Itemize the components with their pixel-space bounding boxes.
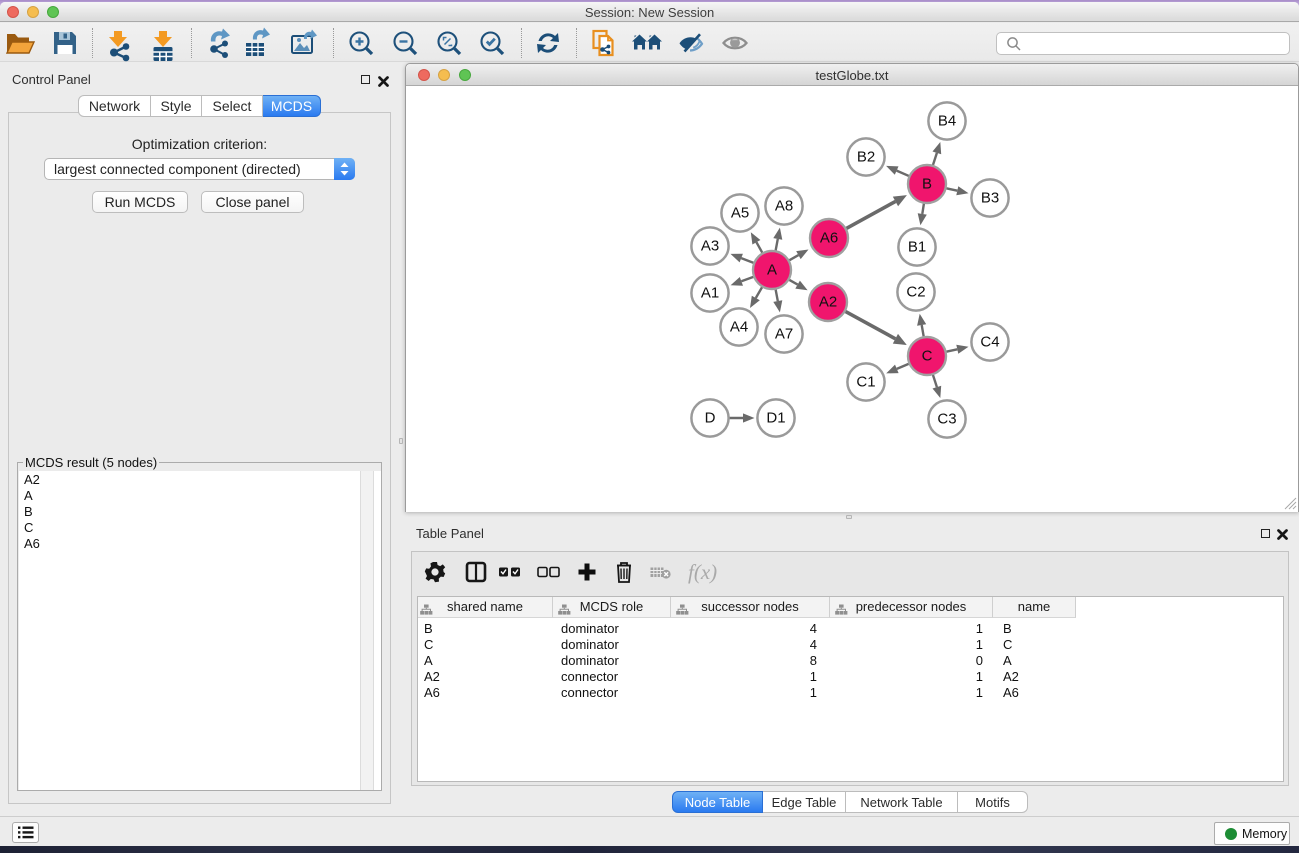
svg-text:B: B	[922, 176, 932, 193]
svg-text:A7: A7	[775, 326, 793, 343]
svg-text:B3: B3	[981, 190, 999, 207]
svg-text:C2: C2	[906, 284, 925, 301]
svg-text:C3: C3	[937, 411, 956, 428]
svg-text:A4: A4	[730, 319, 748, 336]
svg-text:B2: B2	[857, 149, 875, 166]
svg-text:D1: D1	[766, 410, 785, 427]
svg-text:D: D	[705, 410, 716, 427]
svg-text:A5: A5	[731, 205, 749, 222]
svg-text:A3: A3	[701, 238, 719, 255]
svg-text:C4: C4	[980, 334, 999, 351]
svg-text:B4: B4	[938, 113, 956, 130]
svg-text:A6: A6	[820, 230, 838, 247]
svg-text:A: A	[767, 262, 777, 279]
svg-text:A2: A2	[819, 294, 837, 311]
svg-text:B1: B1	[908, 239, 926, 256]
svg-text:C: C	[922, 348, 933, 365]
svg-text:A1: A1	[701, 285, 719, 302]
svg-text:A8: A8	[775, 198, 793, 215]
svg-text:f(x): f(x)	[688, 560, 717, 584]
svg-text:C1: C1	[856, 374, 875, 391]
